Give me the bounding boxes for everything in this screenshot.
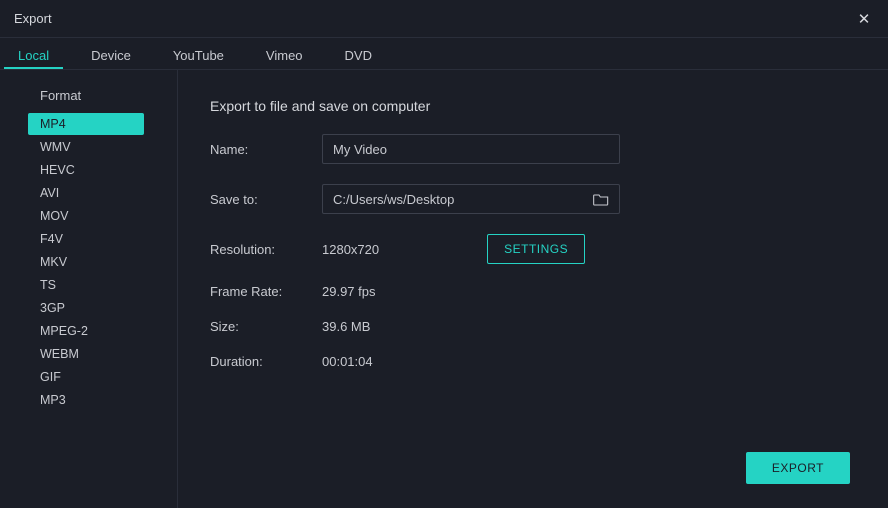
resolution-value: 1280x720 bbox=[322, 242, 379, 257]
close-icon[interactable]: ✕ bbox=[854, 10, 874, 28]
tab-device[interactable]: Device bbox=[77, 41, 145, 69]
settings-button[interactable]: SETTINGS bbox=[487, 234, 585, 264]
duration-value: 00:01:04 bbox=[322, 354, 373, 369]
row-saveto: Save to: C:/Users/ws/Desktop bbox=[210, 184, 850, 214]
format-webm[interactable]: WEBM bbox=[28, 343, 144, 365]
tab-dvd[interactable]: DVD bbox=[331, 41, 386, 69]
saveto-box: C:/Users/ws/Desktop bbox=[322, 184, 620, 214]
label-saveto: Save to: bbox=[210, 192, 322, 207]
format-avi[interactable]: AVI bbox=[28, 182, 144, 204]
row-name: Name: bbox=[210, 134, 850, 164]
size-value: 39.6 MB bbox=[322, 319, 370, 334]
main-header: Export to file and save on computer bbox=[210, 98, 850, 114]
format-mp3[interactable]: MP3 bbox=[28, 389, 144, 411]
format-mpeg2[interactable]: MPEG-2 bbox=[28, 320, 144, 342]
saveto-path: C:/Users/ws/Desktop bbox=[333, 192, 454, 207]
label-size: Size: bbox=[210, 319, 322, 334]
label-name: Name: bbox=[210, 142, 322, 157]
format-f4v[interactable]: F4V bbox=[28, 228, 144, 250]
tab-local[interactable]: Local bbox=[4, 41, 63, 69]
format-mkv[interactable]: MKV bbox=[28, 251, 144, 273]
format-ts[interactable]: TS bbox=[28, 274, 144, 296]
row-size: Size: 39.6 MB bbox=[210, 319, 850, 334]
format-gif[interactable]: GIF bbox=[28, 366, 144, 388]
format-hevc[interactable]: HEVC bbox=[28, 159, 144, 181]
format-header: Format bbox=[28, 88, 163, 103]
export-button[interactable]: EXPORT bbox=[746, 452, 850, 484]
tab-vimeo[interactable]: Vimeo bbox=[252, 41, 317, 69]
format-mov[interactable]: MOV bbox=[28, 205, 144, 227]
row-framerate: Frame Rate: 29.97 fps bbox=[210, 284, 850, 299]
label-resolution: Resolution: bbox=[210, 242, 322, 257]
row-resolution: Resolution: 1280x720 SETTINGS bbox=[210, 234, 850, 264]
titlebar: Export ✕ bbox=[0, 0, 888, 38]
framerate-value: 29.97 fps bbox=[322, 284, 376, 299]
folder-icon[interactable] bbox=[593, 192, 609, 206]
label-framerate: Frame Rate: bbox=[210, 284, 322, 299]
sidebar: Format MP4 WMV HEVC AVI MOV F4V MKV TS 3… bbox=[0, 70, 178, 508]
tab-youtube[interactable]: YouTube bbox=[159, 41, 238, 69]
window-title: Export bbox=[14, 11, 52, 26]
row-duration: Duration: 00:01:04 bbox=[210, 354, 850, 369]
main-panel: Export to file and save on computer Name… bbox=[178, 70, 888, 508]
format-wmv[interactable]: WMV bbox=[28, 136, 144, 158]
format-list: MP4 WMV HEVC AVI MOV F4V MKV TS 3GP MPEG… bbox=[28, 113, 163, 411]
tabs: Local Device YouTube Vimeo DVD bbox=[0, 38, 888, 70]
name-input[interactable] bbox=[322, 134, 620, 164]
format-mp4[interactable]: MP4 bbox=[28, 113, 144, 135]
content: Format MP4 WMV HEVC AVI MOV F4V MKV TS 3… bbox=[0, 70, 888, 508]
label-duration: Duration: bbox=[210, 354, 322, 369]
format-3gp[interactable]: 3GP bbox=[28, 297, 144, 319]
